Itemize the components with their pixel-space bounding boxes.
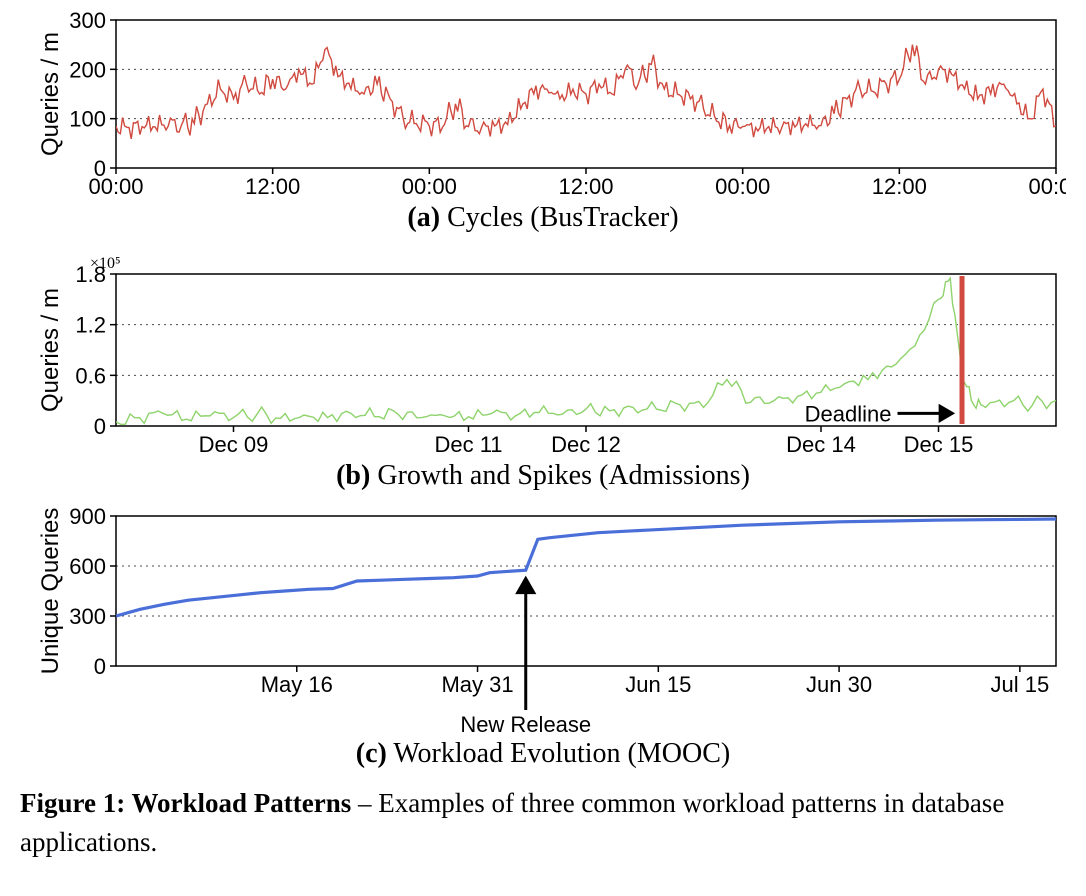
svg-text:Dec 09: Dec 09 (199, 432, 269, 457)
chart-b-svg: 00.61.21.8Dec 09Dec 11Dec 12Dec 14Dec 15… (20, 248, 1066, 458)
svg-text:Deadline: Deadline (805, 401, 892, 426)
svg-text:Jul 15: Jul 15 (990, 672, 1049, 697)
svg-text:Dec 15: Dec 15 (904, 432, 974, 457)
svg-text:00:00: 00:00 (402, 174, 457, 199)
svg-text:900: 900 (69, 506, 106, 529)
svg-text:Dec 12: Dec 12 (551, 432, 621, 457)
svg-text:Queries / m: Queries / m (37, 288, 64, 412)
svg-text:00:00: 00:00 (1028, 174, 1066, 199)
svg-text:Jun 15: Jun 15 (625, 672, 691, 697)
svg-text:0.6: 0.6 (75, 363, 106, 388)
chart-c-caption: (c) Workload Evolution (MOOC) (20, 738, 1066, 770)
svg-text:00:00: 00:00 (88, 174, 143, 199)
chart-b-block: 00.61.21.8Dec 09Dec 11Dec 12Dec 14Dec 15… (20, 248, 1066, 492)
svg-text:12:00: 12:00 (245, 174, 300, 199)
svg-text:100: 100 (69, 107, 106, 132)
svg-text:300: 300 (69, 604, 106, 629)
figure-container: { "chart_data": [ { "id": "a", "type": "… (0, 0, 1086, 882)
chart-b-caption-tag: (b) (336, 460, 370, 491)
chart-c-caption-tag: (c) (356, 738, 387, 769)
chart-a-block: 010020030000:0012:0000:0012:0000:0012:00… (20, 10, 1066, 234)
chart-c-block: 0 300 600 900 May 16 May 31 Jun 15 Jun 30 Jul 15… (20, 506, 1066, 770)
figure-caption-lead: Figure 1: Workload Patterns (20, 788, 351, 818)
svg-text:0: 0 (94, 654, 106, 679)
svg-text:May 31: May 31 (441, 672, 513, 697)
chart-a-caption-text: Cycles (BusTracker) (440, 202, 678, 233)
svg-text:12:00: 12:00 (872, 174, 927, 199)
chart-c-svg: 0 300 600 900 May 16 May 31 Jun 15 Jun 30 Jul 15… (20, 506, 1066, 736)
svg-text:Queries / m: Queries / m (37, 32, 64, 156)
svg-text:300: 300 (69, 10, 106, 33)
svg-text:Jun 30: Jun 30 (806, 672, 872, 697)
figure-caption: Figure 1: Workload Patterns – Examples o… (20, 784, 1066, 862)
svg-text:New Release: New Release (460, 712, 591, 736)
svg-text:00:00: 00:00 (715, 174, 770, 199)
chart-b-caption: (b) Growth and Spikes (Admissions) (20, 460, 1066, 492)
svg-text:Dec 11: Dec 11 (434, 432, 502, 457)
chart-b-caption-text: Growth and Spikes (Admissions) (370, 460, 750, 491)
svg-text:May 16: May 16 (261, 672, 333, 697)
svg-text:0: 0 (94, 414, 106, 439)
svg-text:200: 200 (69, 57, 106, 82)
chart-a-svg: 010020030000:0012:0000:0012:0000:0012:00… (20, 10, 1066, 200)
svg-text:Dec 14: Dec 14 (786, 432, 856, 457)
chart-a-caption-tag: (a) (407, 202, 440, 233)
chart-a-caption: (a) Cycles (BusTracker) (20, 202, 1066, 234)
svg-text:1.2: 1.2 (75, 313, 106, 338)
svg-text:12:00: 12:00 (558, 174, 613, 199)
chart-c-caption-text: Workload Evolution (MOOC) (387, 738, 730, 769)
svg-text:×10⁵: ×10⁵ (90, 255, 121, 272)
svg-text:600: 600 (69, 554, 106, 579)
svg-text:Unique Queries: Unique Queries (37, 508, 64, 675)
